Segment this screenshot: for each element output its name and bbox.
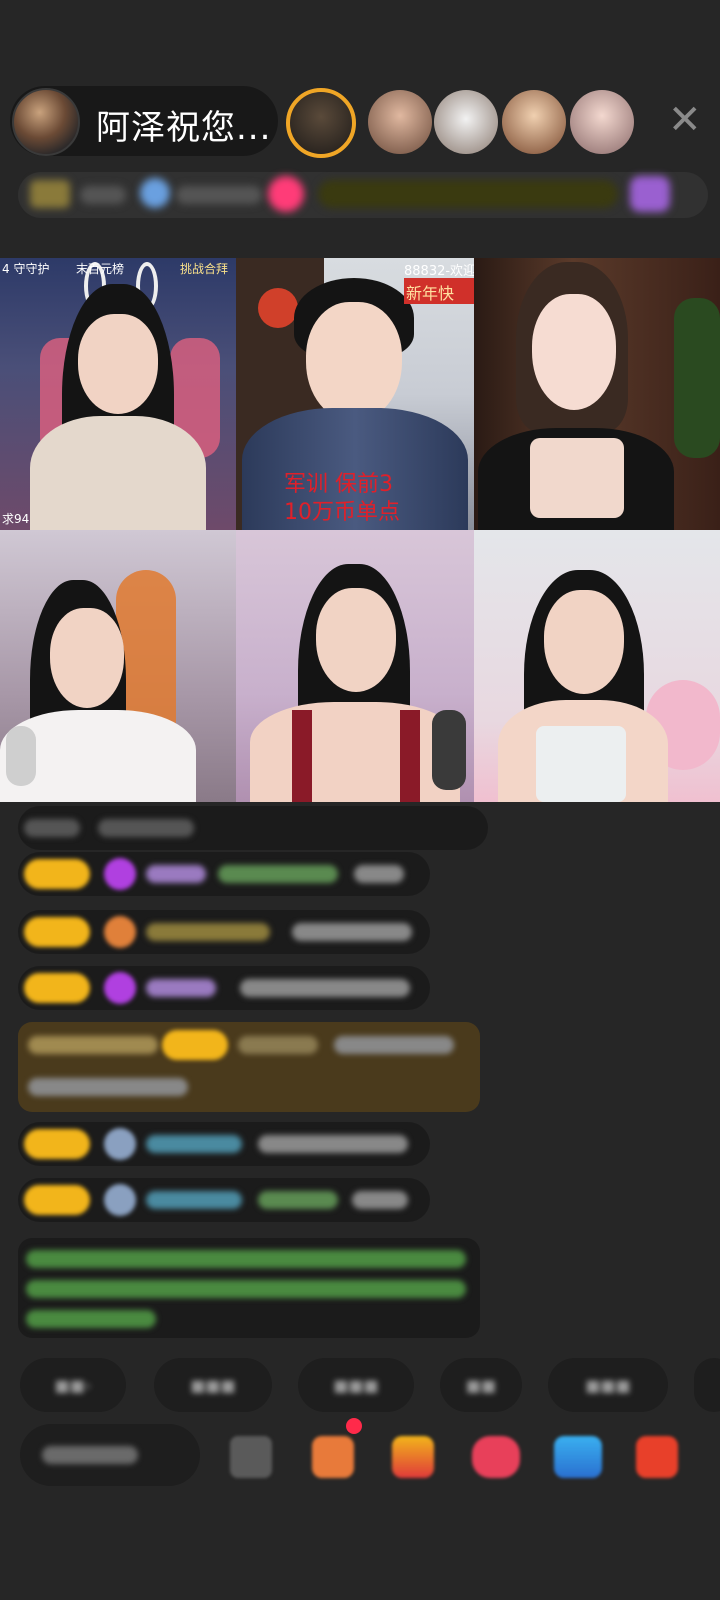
- video-tile-4[interactable]: [0, 530, 236, 802]
- viewer-avatar[interactable]: [434, 90, 498, 154]
- rank-text: [80, 186, 126, 204]
- chat-message: [18, 1178, 430, 1222]
- rank-badge: [30, 180, 70, 208]
- quick-chip[interactable]: ■■■: [548, 1358, 668, 1412]
- gift-box-icon[interactable]: [312, 1436, 354, 1478]
- host-avatar[interactable]: [12, 88, 80, 156]
- activity-icon[interactable]: [554, 1436, 602, 1478]
- quick-chip[interactable]: ■■■: [298, 1358, 414, 1412]
- gift-message: [18, 1022, 480, 1112]
- viewer-avatar[interactable]: [368, 90, 432, 154]
- video-tile-6[interactable]: [474, 530, 720, 802]
- quick-chip[interactable]: ■■: [440, 1358, 522, 1412]
- chat-message: [18, 852, 430, 896]
- video-tile-2[interactable]: 88832-欢迎 新年快 军训 保前3 10万币单点: [236, 258, 474, 530]
- close-icon[interactable]: ✕: [668, 100, 702, 140]
- viewer-avatar[interactable]: [502, 90, 566, 154]
- chat-message: [18, 966, 430, 1010]
- quick-chip[interactable]: [694, 1358, 720, 1412]
- tile-label: 挑战合拜: [180, 262, 229, 276]
- viewer-avatar[interactable]: [286, 88, 356, 158]
- tile-label: 求94: [2, 512, 30, 526]
- chat-message: [18, 806, 488, 850]
- chat-message: [18, 910, 430, 954]
- emoji-icon[interactable]: [230, 1436, 272, 1478]
- quick-chip[interactable]: ■■■: [154, 1358, 272, 1412]
- activity-banner[interactable]: [318, 180, 618, 208]
- viewer-avatar[interactable]: [570, 90, 634, 154]
- gift-icon[interactable]: [392, 1436, 434, 1478]
- rank-text: [176, 186, 262, 204]
- rank-icon: [140, 178, 170, 208]
- quick-chip[interactable]: ■■›: [20, 1358, 126, 1412]
- tile-label: 末百元榜: [76, 262, 125, 276]
- game-icon[interactable]: [472, 1436, 520, 1478]
- more-icon[interactable]: [636, 1436, 678, 1478]
- video-tile-5[interactable]: [236, 530, 474, 802]
- tile-label: 88832-欢迎: [404, 264, 474, 279]
- host-name: 阿泽祝您...: [96, 108, 272, 148]
- video-tile-3[interactable]: [474, 258, 720, 530]
- video-tile-1[interactable]: 4 守守护 末百元榜 挑战合拜 求94: [0, 258, 236, 530]
- tile-label: 4 守守护: [2, 262, 50, 276]
- notification-dot-icon: [346, 1418, 362, 1434]
- tile-banner: 新年快: [406, 284, 455, 303]
- chat-message: [18, 1122, 430, 1166]
- system-message: [18, 1238, 480, 1338]
- rank-icon: [268, 176, 304, 212]
- tile-caption: 10万币单点: [284, 500, 400, 525]
- gift-icon[interactable]: [630, 176, 670, 212]
- chat-input[interactable]: [20, 1424, 200, 1486]
